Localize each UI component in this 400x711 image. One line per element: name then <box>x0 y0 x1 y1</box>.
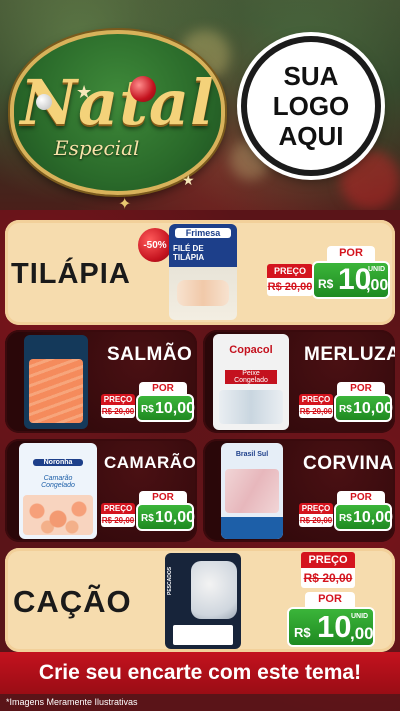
product-package-image: Copacol Peixe Congelado <box>213 334 289 430</box>
logo-line: LOGO <box>272 91 350 121</box>
product-card-merluza[interactable]: Copacol Peixe Congelado MERLUZA POR PREÇ… <box>203 330 395 433</box>
price-value: 10,00 <box>353 509 394 526</box>
red-ornament-icon <box>130 76 156 102</box>
logo-line: SUA <box>283 61 339 91</box>
featured-card-cacao[interactable]: CAÇÃO PESCADOS PREÇO R$ 20,00 POR R$ 10 … <box>5 548 395 652</box>
price-decimal: ,00 <box>350 624 374 643</box>
discount-text: -50% <box>143 239 167 251</box>
product-package-image: Brasil Sul <box>221 443 283 539</box>
old-price-value: R$ 20,00 <box>299 514 333 527</box>
star-icon: ★ <box>76 82 93 102</box>
price-value: 10,00 <box>155 509 196 526</box>
price-currency: R$ <box>294 625 311 640</box>
old-price-label: PREÇO <box>101 503 135 514</box>
product-card-corvina[interactable]: Brasil Sul CORVINA POR PREÇO R$ 20,00 R$… <box>203 439 395 542</box>
cta-text: Crie seu encarte com este tema! <box>38 661 362 684</box>
price-currency: R$ <box>318 277 334 291</box>
product-package-image <box>24 335 88 429</box>
fish-fillet-image <box>225 469 279 513</box>
package-brand: Copacol <box>229 344 273 356</box>
badge-subtitle: Especial <box>54 136 140 160</box>
price-currency: R$ <box>339 513 352 524</box>
package-brand: Frimesa <box>175 228 231 238</box>
product-package-image: PESCADOS <box>165 553 241 649</box>
product-name: CORVINA <box>303 453 394 474</box>
old-price-value: R$ 20,00 <box>267 278 313 296</box>
package-brand: Noronha <box>33 459 83 466</box>
package-label <box>173 625 233 645</box>
product-name: SALMÃO <box>107 344 193 365</box>
product-name: MERLUZA <box>304 344 395 365</box>
price-tag: R$ 10 UNID ,00 <box>312 261 390 299</box>
cta-banner[interactable]: Crie seu encarte com este tema! <box>0 652 400 694</box>
product-name: TILÁPIA <box>11 258 131 290</box>
fish-fillet-image <box>219 390 283 424</box>
fish-fillet-image <box>177 280 229 306</box>
featured-card-tilapia[interactable]: TILÁPIA -50% Frimesa FILÉ DE TILÁPIA PRE… <box>5 220 395 325</box>
price-value: 10,00 <box>155 400 196 417</box>
old-price-value: R$ 20,00 <box>101 405 135 418</box>
disclaimer: *Imagens Meramente Ilustrativas <box>6 697 138 707</box>
price-currency: R$ <box>339 404 352 415</box>
price-unit: UNID <box>351 613 369 620</box>
flyer-page: Natal Especial ★ ★ ✦ SUA LOGO AQUI TILÁP… <box>0 0 400 711</box>
price-tag: R$ 10,00 <box>334 503 394 531</box>
price-currency: R$ <box>141 404 154 415</box>
old-price-value: R$ 20,00 <box>299 405 333 418</box>
discount-badge: -50% <box>138 228 172 262</box>
logo-placeholder[interactable]: SUA LOGO AQUI <box>241 36 381 176</box>
white-ornament-icon <box>36 94 52 110</box>
product-card-camarao[interactable]: Noronha Camarão Congelado CAMARÃO POR PR… <box>5 439 197 542</box>
old-price-label: PREÇO <box>301 552 355 568</box>
package-title: Peixe Congelado <box>225 370 277 384</box>
price-tag: R$ 10,00 <box>136 394 196 422</box>
old-price-value: R$ 20,00 <box>101 514 135 527</box>
product-card-salmao[interactable]: SALMÃO POR PREÇO R$ 20,00 R$ 10,00 <box>5 330 197 433</box>
por-label: POR <box>305 592 355 607</box>
price-integer: 10 <box>317 609 352 644</box>
fish-steak-image <box>191 561 237 619</box>
product-name: CAÇÃO <box>13 584 132 619</box>
price-tag: R$ 10 UNID ,00 <box>287 607 375 647</box>
price-unit: UNID <box>368 266 386 273</box>
price-decimal: ,00 <box>366 277 389 294</box>
header: Natal Especial ★ ★ ✦ SUA LOGO AQUI <box>0 0 400 213</box>
natal-badge: Natal Especial ★ ★ ✦ <box>10 30 225 213</box>
package-brand: Brasil Sul <box>235 451 269 458</box>
old-price-label: PREÇO <box>299 394 333 405</box>
salmon-fillet-image <box>29 359 83 423</box>
logo-line: AQUI <box>278 121 344 151</box>
price-tag: R$ 10,00 <box>334 394 394 422</box>
old-price-value: R$ 20,00 <box>301 568 355 588</box>
package-title: Camarão Congelado <box>41 475 75 489</box>
old-price-label: PREÇO <box>101 394 135 405</box>
shrimp-image <box>23 495 93 535</box>
package-band <box>221 517 283 539</box>
star-icon: ★ <box>182 172 195 188</box>
product-name: CAMARÃO <box>104 453 197 472</box>
old-price-label: PREÇO <box>267 264 313 278</box>
price-currency: R$ <box>141 513 154 524</box>
por-label: POR <box>327 246 375 261</box>
package-title: FILÉ DE TILÁPIA <box>173 244 205 262</box>
price-tag: R$ 10,00 <box>136 503 196 531</box>
old-price-label: PREÇO <box>299 503 333 514</box>
product-package-image: Frimesa FILÉ DE TILÁPIA <box>169 224 237 320</box>
product-package-image: Noronha Camarão Congelado <box>19 443 97 539</box>
price-value: 10,00 <box>353 400 394 417</box>
package-brand: PESCADOS <box>167 566 173 595</box>
